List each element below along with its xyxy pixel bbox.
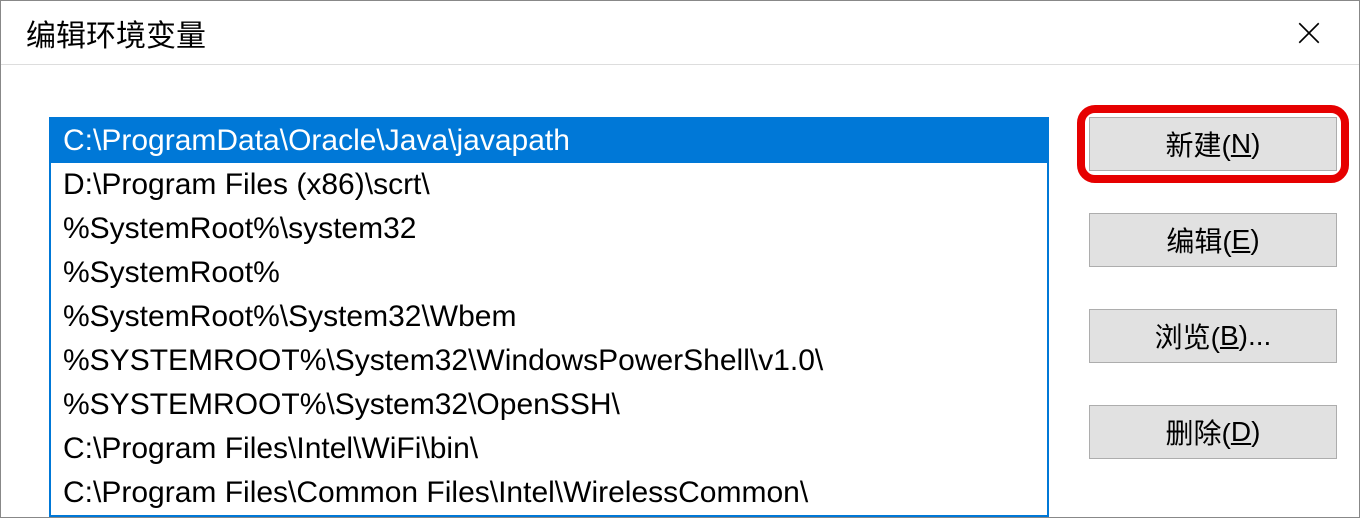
path-list[interactable]: C:\ProgramData\Oracle\Java\javapath D:\P…: [49, 117, 1049, 517]
dialog-content: C:\ProgramData\Oracle\Java\javapath D:\P…: [1, 65, 1359, 517]
list-item[interactable]: D:\Program Files (x86)\scrt\: [51, 163, 1047, 207]
edit-button[interactable]: 编辑(E): [1089, 213, 1337, 267]
button-column: 新建(N) 编辑(E) 浏览(B)... 删除(D): [1089, 117, 1337, 517]
list-item[interactable]: C:\Program Files\Common Files\Intel\Wire…: [51, 471, 1047, 515]
button-label-suffix: )...: [1239, 320, 1272, 352]
dialog-title: 编辑环境变量: [26, 11, 206, 55]
delete-button-wrap: 删除(D): [1089, 405, 1337, 459]
close-icon: [1296, 20, 1322, 46]
button-label-key: D: [1231, 416, 1251, 448]
close-button[interactable]: [1284, 8, 1334, 58]
button-label-prefix: 删除(: [1166, 412, 1231, 452]
list-item[interactable]: %SYSTEMROOT%\System32\WindowsPowerShell\…: [51, 339, 1047, 383]
button-label-prefix: 编辑(: [1166, 220, 1231, 260]
button-label-key: E: [1232, 224, 1251, 256]
new-button-highlight: 新建(N): [1077, 105, 1349, 183]
browse-button[interactable]: 浏览(B)...: [1089, 309, 1337, 363]
button-label-key: B: [1220, 320, 1239, 352]
browse-button-wrap: 浏览(B)...: [1089, 309, 1337, 363]
new-button[interactable]: 新建(N): [1089, 117, 1337, 171]
list-item[interactable]: C:\Program Files\Intel\WiFi\bin\: [51, 427, 1047, 471]
list-item[interactable]: %SystemRoot%\System32\Wbem: [51, 295, 1047, 339]
edit-env-var-dialog: 编辑环境变量 C:\ProgramData\Oracle\Java\javapa…: [0, 0, 1360, 518]
list-item[interactable]: %SYSTEMROOT%\System32\OpenSSH\: [51, 383, 1047, 427]
button-label-key: N: [1231, 128, 1251, 160]
button-label-prefix: 浏览(: [1155, 316, 1220, 356]
titlebar: 编辑环境变量: [1, 1, 1359, 65]
list-item[interactable]: %SystemRoot%: [51, 251, 1047, 295]
button-label-prefix: 新建(: [1166, 124, 1231, 164]
button-label-suffix: ): [1250, 224, 1259, 256]
button-label-suffix: ): [1251, 416, 1260, 448]
delete-button[interactable]: 删除(D): [1089, 405, 1337, 459]
edit-button-wrap: 编辑(E): [1089, 213, 1337, 267]
list-item[interactable]: %SystemRoot%\system32: [51, 207, 1047, 251]
button-label-suffix: ): [1251, 128, 1260, 160]
list-item[interactable]: C:\ProgramData\Oracle\Java\javapath: [51, 119, 1047, 163]
